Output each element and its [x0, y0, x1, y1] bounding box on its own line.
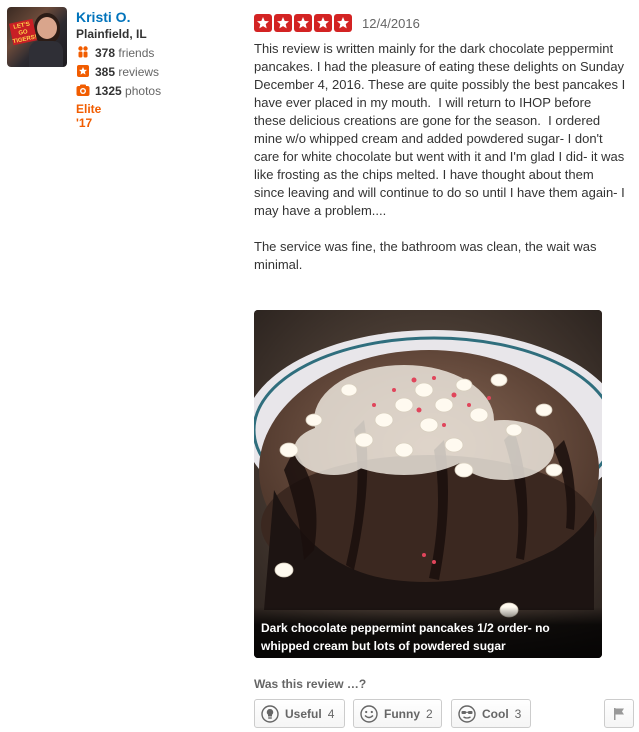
funny-label: Funny: [384, 706, 420, 721]
avatar[interactable]: LET'S GO TIGERS!: [7, 7, 67, 67]
cool-button[interactable]: Cool 3: [451, 699, 531, 728]
photos-stat: 1325 photos: [76, 83, 161, 98]
funny-count: 2: [426, 706, 433, 721]
feedback-prompt: Was this review …?: [254, 677, 367, 691]
review-text: This review is written mainly for the da…: [254, 41, 626, 272]
reviews-count: 385: [95, 65, 116, 79]
elite-badge[interactable]: Elite '17: [76, 102, 101, 130]
funny-button[interactable]: Funny 2: [353, 699, 442, 728]
user-location: Plainfield, IL: [76, 27, 147, 41]
star-icon: [254, 14, 272, 32]
lightbulb-icon: [261, 704, 279, 723]
photos-count: 1325: [95, 84, 122, 98]
user-name-link[interactable]: Kristi O.: [76, 9, 130, 25]
star-icon: [294, 14, 312, 32]
review-photo[interactable]: Dark chocolate peppermint pancakes 1/2 o…: [254, 310, 602, 658]
star-rating: [254, 14, 352, 32]
friends-stat: 378 friends: [76, 45, 154, 60]
friends-count: 378: [95, 46, 116, 60]
camera-icon: [76, 84, 90, 96]
review-star-icon: [77, 65, 89, 77]
star-icon: [314, 14, 332, 32]
star-icon: [274, 14, 292, 32]
cool-count: 3: [514, 706, 522, 721]
useful-label: Useful: [285, 706, 322, 721]
flag-button[interactable]: [604, 699, 634, 728]
review-date: 12/4/2016: [362, 16, 420, 31]
photo-caption: Dark chocolate peppermint pancakes 1/2 o…: [254, 607, 602, 658]
pancake-image: [254, 310, 602, 658]
avatar-sign: LET'S GO TIGERS!: [8, 18, 37, 46]
cool-label: Cool: [482, 706, 509, 721]
reviews-stat: 385 reviews: [76, 64, 159, 79]
useful-count: 4: [327, 706, 335, 721]
smile-icon: [360, 704, 378, 723]
useful-button[interactable]: Useful 4: [254, 699, 345, 728]
friends-icon: [78, 46, 88, 58]
star-icon: [334, 14, 352, 32]
photos-label: photos: [125, 84, 162, 98]
sunglasses-icon: [458, 704, 476, 723]
friends-label: friends: [118, 46, 155, 60]
flag-icon: [614, 707, 624, 720]
reviews-label: reviews: [118, 65, 160, 79]
